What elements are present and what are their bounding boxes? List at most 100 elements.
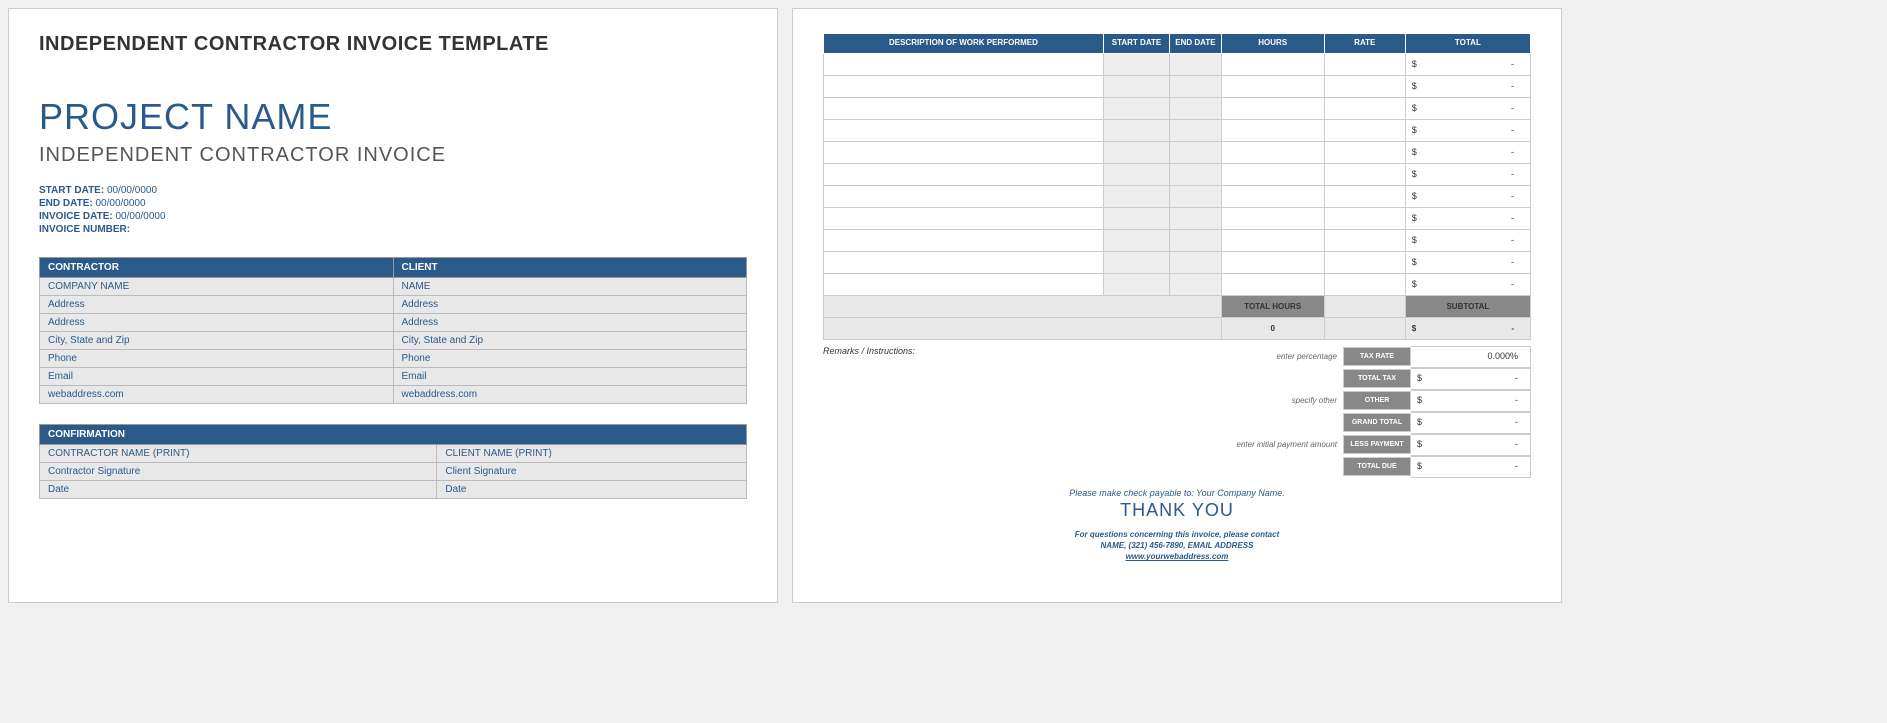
remarks-label: Remarks / Instructions:	[823, 346, 1227, 356]
confirmation-table: CONFIRMATION CONTRACTOR NAME (PRINT)CLIE…	[39, 424, 747, 499]
work-total-cell: $-	[1405, 163, 1530, 185]
total-label: LESS PAYMENT	[1343, 435, 1411, 454]
total-value: $-	[1411, 456, 1531, 478]
client-cell: City, State and Zip	[393, 332, 747, 350]
work-hours-cell	[1221, 207, 1324, 229]
work-header: HOURS	[1221, 34, 1324, 54]
document-title: INDEPENDENT CONTRACTOR INVOICE TEMPLATE	[39, 33, 747, 56]
work-desc-cell	[824, 207, 1104, 229]
client-cell: Email	[393, 368, 747, 386]
confirmation-cell: Client Signature	[437, 463, 747, 481]
work-end-cell	[1170, 75, 1222, 97]
work-end-cell	[1170, 207, 1222, 229]
invoice-number-label: INVOICE NUMBER:	[39, 224, 130, 235]
work-header: DESCRIPTION OF WORK PERFORMED	[824, 34, 1104, 54]
work-end-cell	[1170, 273, 1222, 295]
client-header: CLIENT	[393, 258, 747, 278]
client-cell: Phone	[393, 350, 747, 368]
total-value: $-	[1411, 390, 1531, 412]
start-date-value: 00/00/0000	[107, 185, 157, 196]
contractor-cell: Address	[40, 296, 394, 314]
work-rate-cell	[1324, 163, 1405, 185]
work-start-cell	[1103, 251, 1169, 273]
work-table: DESCRIPTION OF WORK PERFORMEDSTART DATEE…	[823, 33, 1531, 340]
confirmation-cell: CLIENT NAME (PRINT)	[437, 445, 747, 463]
contractor-cell: COMPANY NAME	[40, 278, 394, 296]
invoice-date-value: 00/00/0000	[116, 211, 166, 222]
work-header: RATE	[1324, 34, 1405, 54]
end-date-value: 00/00/0000	[95, 198, 145, 209]
work-end-cell	[1170, 53, 1222, 75]
work-desc-cell	[824, 163, 1104, 185]
total-hint: specify other	[1237, 396, 1344, 405]
work-rate-cell	[1324, 251, 1405, 273]
work-start-cell	[1103, 163, 1169, 185]
work-desc-cell	[824, 141, 1104, 163]
total-hint: enter initial payment amount	[1237, 440, 1344, 449]
contractor-header: CONTRACTOR	[40, 258, 394, 278]
contractor-cell: Address	[40, 314, 394, 332]
work-hours-cell	[1221, 75, 1324, 97]
client-cell: Address	[393, 314, 747, 332]
work-rate-cell	[1324, 97, 1405, 119]
work-desc-cell	[824, 229, 1104, 251]
start-date-label: START DATE:	[39, 185, 104, 196]
work-rate-cell	[1324, 141, 1405, 163]
work-hours-cell	[1221, 273, 1324, 295]
work-header: END DATE	[1170, 34, 1222, 54]
total-value: $-	[1411, 368, 1531, 390]
confirmation-cell: Date	[437, 481, 747, 499]
work-start-cell	[1103, 141, 1169, 163]
work-hours-cell	[1221, 163, 1324, 185]
confirmation-cell: CONTRACTOR NAME (PRINT)	[40, 445, 437, 463]
work-total-cell: $-	[1405, 251, 1530, 273]
total-label: TOTAL DUE	[1343, 457, 1411, 476]
confirmation-cell: Contractor Signature	[40, 463, 437, 481]
work-total-cell: $-	[1405, 53, 1530, 75]
work-end-cell	[1170, 229, 1222, 251]
work-total-cell: $-	[1405, 185, 1530, 207]
work-desc-cell	[824, 251, 1104, 273]
total-label: OTHER	[1343, 391, 1411, 410]
work-hours-cell	[1221, 97, 1324, 119]
contractor-cell: webaddress.com	[40, 386, 394, 404]
totals-block: enter percentage TAX RATE 0.000% TOTAL T…	[1237, 346, 1532, 478]
footer-web: www.yourwebaddress.com	[823, 551, 1531, 562]
work-end-cell	[1170, 119, 1222, 141]
footer: Please make check payable to: Your Compa…	[823, 488, 1531, 563]
subtotal-dash: -	[1511, 324, 1524, 333]
parties-table: CONTRACTOR CLIENT COMPANY NAMENAMEAddres…	[39, 257, 747, 404]
page-1: INDEPENDENT CONTRACTOR INVOICE TEMPLATE …	[8, 8, 778, 603]
total-label: TAX RATE	[1343, 347, 1411, 366]
total-value: $-	[1411, 434, 1531, 456]
work-rate-cell	[1324, 207, 1405, 229]
client-cell: Address	[393, 296, 747, 314]
subtotal-label: SUBTOTAL	[1405, 295, 1530, 317]
work-rate-cell	[1324, 119, 1405, 141]
work-end-cell	[1170, 163, 1222, 185]
total-value: 0.000%	[1411, 346, 1531, 368]
work-desc-cell	[824, 97, 1104, 119]
work-start-cell	[1103, 207, 1169, 229]
work-hours-cell	[1221, 141, 1324, 163]
contractor-cell: Email	[40, 368, 394, 386]
total-label: GRAND TOTAL	[1343, 413, 1411, 432]
work-desc-cell	[824, 53, 1104, 75]
contractor-cell: City, State and Zip	[40, 332, 394, 350]
work-total-cell: $-	[1405, 273, 1530, 295]
payable-text: Please make check payable to: Your Compa…	[823, 488, 1531, 498]
work-rate-cell	[1324, 273, 1405, 295]
work-end-cell	[1170, 185, 1222, 207]
work-hours-cell	[1221, 185, 1324, 207]
contact-line-2: NAME, (321) 456-7890, EMAIL ADDRESS	[823, 540, 1531, 551]
client-cell: NAME	[393, 278, 747, 296]
work-start-cell	[1103, 97, 1169, 119]
meta-block: START DATE: 00/00/0000 END DATE: 00/00/0…	[39, 185, 747, 235]
work-start-cell	[1103, 119, 1169, 141]
invoice-date-label: INVOICE DATE:	[39, 211, 113, 222]
contact-line-1: For questions concerning this invoice, p…	[823, 529, 1531, 540]
confirmation-cell: Date	[40, 481, 437, 499]
document-subtitle: INDEPENDENT CONTRACTOR INVOICE	[39, 144, 747, 167]
contractor-cell: Phone	[40, 350, 394, 368]
work-total-cell: $-	[1405, 75, 1530, 97]
